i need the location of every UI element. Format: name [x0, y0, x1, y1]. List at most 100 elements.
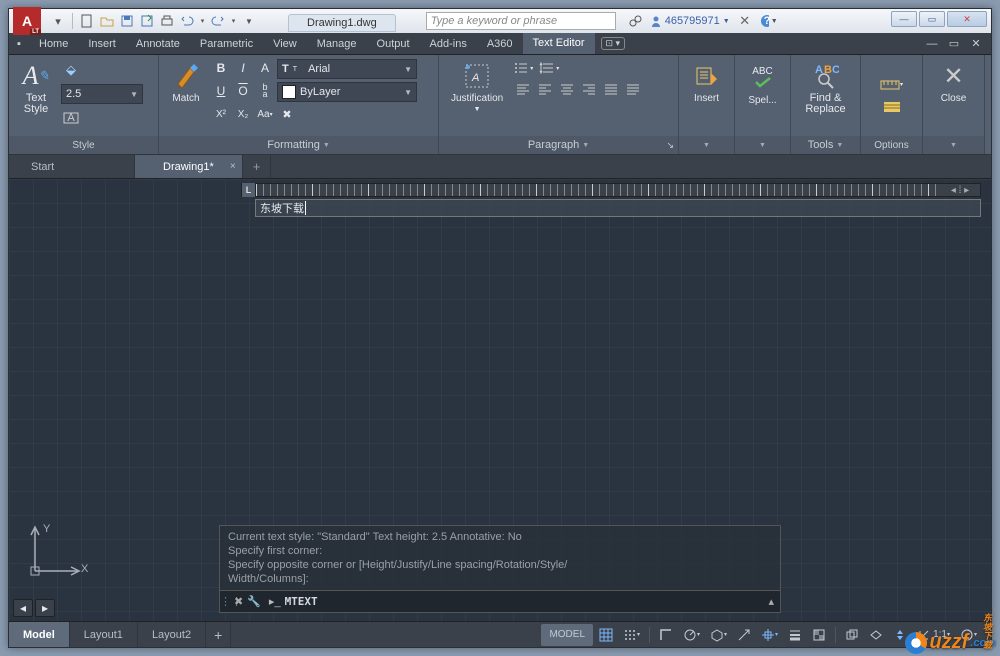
cmdline-arrow-icon[interactable]: ▸_: [265, 595, 285, 608]
text-style-button[interactable]: A✎ TextStyle: [15, 59, 57, 117]
annotative-icon[interactable]: ⬙: [61, 61, 81, 79]
command-input[interactable]: [285, 595, 763, 608]
plot-icon[interactable]: [158, 12, 176, 30]
tab-addins[interactable]: Add-ins: [420, 33, 477, 54]
tab-layout2[interactable]: Layout2: [138, 622, 206, 647]
tab-view[interactable]: View: [263, 33, 307, 54]
saveas-icon[interactable]: [138, 12, 156, 30]
maximize-button[interactable]: ▭: [919, 11, 945, 27]
tab-insert[interactable]: Insert: [78, 33, 126, 54]
nav-right-icon[interactable]: ▸: [35, 599, 55, 617]
transparency-toggle-icon[interactable]: [808, 624, 830, 646]
panel-format-label[interactable]: Formatting▼: [159, 136, 438, 154]
ruler-toggle-button[interactable]: ▾: [880, 76, 904, 94]
doc-close-button[interactable]: ✕: [967, 35, 985, 53]
tab-drawing1[interactable]: Drawing1*×: [135, 155, 243, 178]
command-line[interactable]: ⋮⋮ ✖ 🔧 ▸_ ▴: [220, 590, 780, 612]
tab-model[interactable]: Model: [9, 622, 70, 647]
spell-button[interactable]: ABC Spel...: [742, 59, 784, 108]
isodraft-icon[interactable]: ▾: [706, 624, 731, 646]
stack-button[interactable]: ba: [255, 82, 275, 100]
document-tab[interactable]: Drawing1.dwg: [288, 14, 396, 32]
panel-insert-label[interactable]: ▼: [679, 136, 734, 154]
close-button[interactable]: ✕: [947, 11, 987, 27]
tab-new-button[interactable]: +: [243, 155, 272, 178]
align-justify-button[interactable]: [601, 80, 621, 98]
grid-toggle-icon[interactable]: [595, 624, 617, 646]
tab-close-icon[interactable]: ×: [230, 161, 236, 172]
doc-minimize-button[interactable]: —: [923, 35, 941, 53]
ruler-tab[interactable]: L: [242, 183, 256, 197]
exchange-icon[interactable]: ✕: [736, 12, 754, 30]
font-combo[interactable]: TT Arial▼: [277, 59, 417, 79]
font-a-button[interactable]: A: [255, 59, 275, 77]
tab-home[interactable]: Home: [29, 33, 78, 54]
align-right-button[interactable]: [579, 80, 599, 98]
nav-left-icon[interactable]: ◂: [13, 599, 33, 617]
mask-icon[interactable]: A: [61, 109, 81, 127]
italic-button[interactable]: I: [233, 59, 253, 77]
lineweight-toggle-icon[interactable]: [784, 624, 806, 646]
align-default-button[interactable]: [513, 80, 533, 98]
bold-button[interactable]: B: [211, 59, 231, 77]
tab-annotate[interactable]: Annotate: [126, 33, 190, 54]
mtext-editor[interactable]: 东坡下载: [255, 199, 981, 217]
tab-layout-add[interactable]: +: [206, 622, 231, 647]
align-distribute-button[interactable]: [623, 80, 643, 98]
linespace-button[interactable]: ▾: [535, 59, 563, 77]
bullets-button[interactable]: ▾: [513, 59, 533, 77]
underline-button[interactable]: U: [211, 82, 231, 100]
osnap-toggle-icon[interactable]: [733, 624, 755, 646]
align-center-button[interactable]: [557, 80, 577, 98]
tab-start[interactable]: Start: [15, 155, 135, 178]
help-icon[interactable]: ?▼: [760, 12, 778, 30]
cmdline-history-icon[interactable]: ▴: [762, 595, 780, 608]
find-replace-button[interactable]: ABC Find &Replace: [799, 59, 851, 117]
justification-button[interactable]: A Justification ▼: [445, 59, 509, 115]
tab-output[interactable]: Output: [367, 33, 420, 54]
cmdline-customize-icon[interactable]: ✖: [234, 595, 243, 608]
undo-icon[interactable]: [178, 12, 196, 30]
redo-icon[interactable]: [209, 12, 227, 30]
ribbon-minimize-icon[interactable]: ▪: [9, 33, 29, 54]
search-icon[interactable]: [626, 12, 644, 30]
cmdline-wrench-icon[interactable]: 🔧: [247, 595, 261, 608]
new-icon[interactable]: [78, 12, 96, 30]
panel-paragraph-label[interactable]: Paragraph▼↘: [439, 136, 678, 154]
snap-toggle-icon[interactable]: ▾: [619, 624, 644, 646]
drawing-canvas[interactable]: L ◂ ⁞ ▸ 东坡下载 Y X ◂ ▸ Current text s: [9, 179, 991, 621]
ortho-toggle-icon[interactable]: [655, 624, 677, 646]
qat-dd-1[interactable]: ▾: [198, 12, 207, 30]
subscript-button[interactable]: X₂: [233, 105, 253, 123]
signin-area[interactable]: 465795971 ▼: [650, 15, 730, 27]
menu-dropdown-icon[interactable]: ▾: [49, 12, 67, 30]
selection-cycling-icon[interactable]: [841, 624, 863, 646]
annotation-visibility-icon[interactable]: [865, 624, 887, 646]
panel-close-label[interactable]: ▼: [923, 136, 984, 154]
close-editor-button[interactable]: ✕ Close: [933, 59, 975, 106]
superscript-button[interactable]: X²: [211, 105, 231, 123]
model-toggle[interactable]: MODEL: [541, 624, 593, 646]
cmdline-grip-icon[interactable]: ⋮⋮: [220, 595, 230, 608]
options-more-button[interactable]: [880, 98, 904, 116]
tab-manage[interactable]: Manage: [307, 33, 367, 54]
panel-tools-label[interactable]: Tools▼: [791, 136, 860, 154]
save-icon[interactable]: [118, 12, 136, 30]
panel-spell-label[interactable]: ▼: [735, 136, 790, 154]
doc-restore-button[interactable]: ▭: [945, 35, 963, 53]
tab-extra-icon[interactable]: ⊡ ▾: [595, 33, 632, 54]
search-input[interactable]: Type a keyword or phrase: [426, 12, 616, 30]
align-left-button[interactable]: [535, 80, 555, 98]
insert-button[interactable]: Insert: [686, 59, 728, 106]
qat-dd-2[interactable]: ▾: [229, 12, 238, 30]
minimize-button[interactable]: —: [891, 11, 917, 27]
tab-layout1[interactable]: Layout1: [70, 622, 138, 647]
ruler-handles[interactable]: ◂ ⁞ ▸: [940, 185, 980, 196]
command-window[interactable]: Current text style: "Standard" Text heig…: [219, 525, 781, 613]
clear-format-button[interactable]: ✖: [277, 105, 297, 123]
overline-button[interactable]: O: [233, 82, 253, 100]
text-ruler[interactable]: L ◂ ⁞ ▸: [241, 183, 981, 197]
tab-a360[interactable]: A360: [477, 33, 523, 54]
height-combo[interactable]: 2.5▼: [61, 84, 143, 104]
qat-customize-icon[interactable]: ▼: [240, 12, 258, 30]
